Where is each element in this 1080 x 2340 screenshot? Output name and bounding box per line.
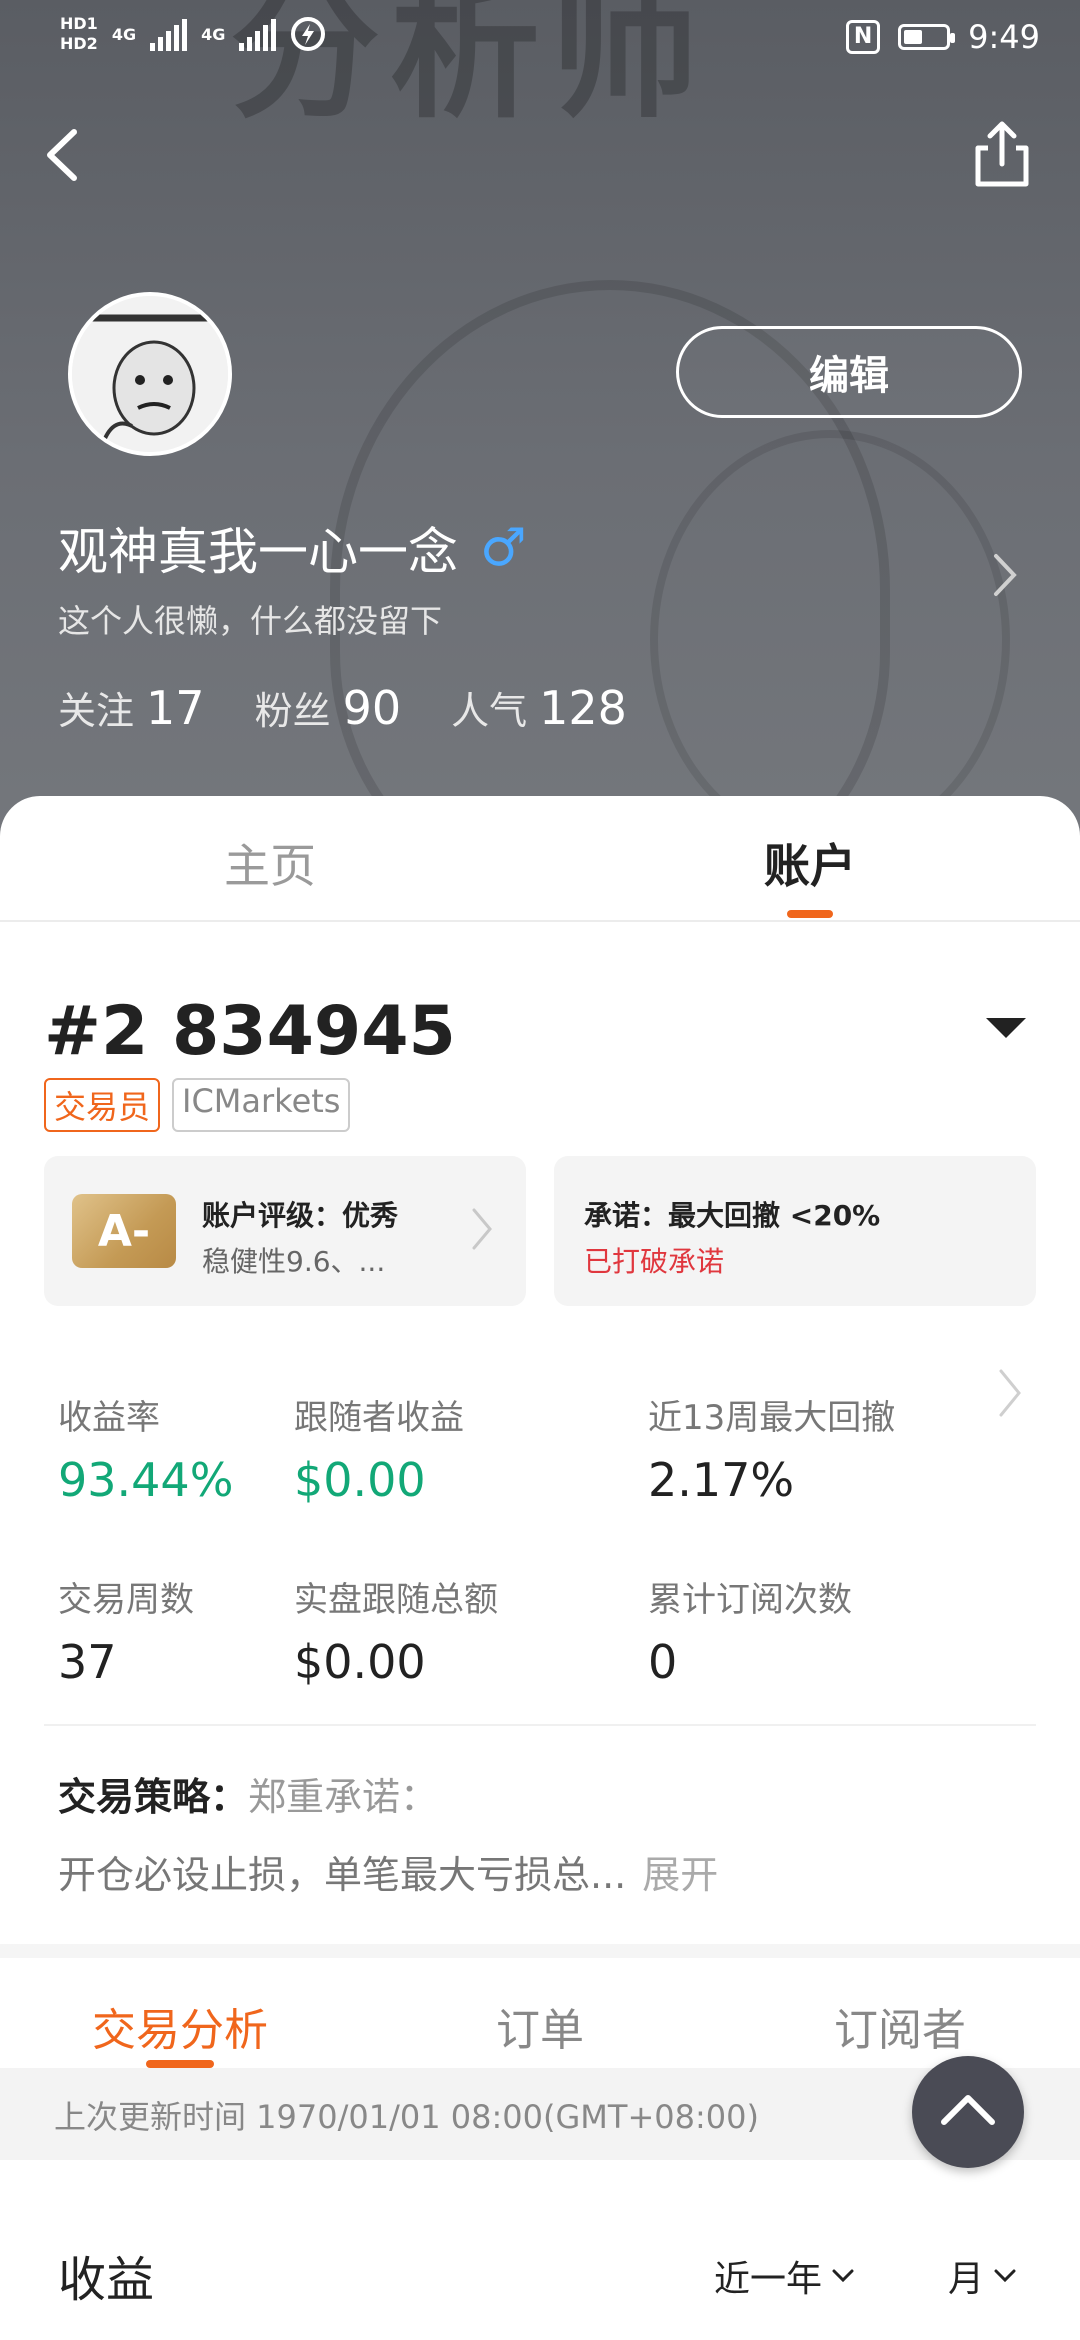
chevron-right-icon	[472, 1208, 492, 1250]
tab-trade-analysis[interactable]: 交易分析	[0, 1994, 360, 2058]
stat-value: 17	[146, 681, 205, 735]
chevron-right-icon[interactable]	[996, 1366, 1024, 1420]
metric-value: 93.44%	[58, 1453, 234, 1507]
username-row: 观神真我一心一念 ♂	[58, 512, 527, 584]
period-select[interactable]: 近一年	[714, 2250, 854, 2302]
metric-value: 37	[58, 1635, 117, 1689]
network-label: 4G	[201, 24, 226, 44]
metric-label: 交易周数	[58, 1580, 194, 1620]
username: 观神真我一心一念	[58, 523, 458, 581]
tab-indicator	[146, 2060, 214, 2068]
share-icon[interactable]	[970, 118, 1034, 190]
network-label: 4G	[111, 24, 137, 44]
strategy-text: 开仓必设止损，单笔最大亏损总...	[58, 1853, 627, 1897]
stat-popularity: 人气 128	[451, 680, 627, 735]
chevron-down-icon	[994, 2269, 1016, 2283]
clock: 9:49	[968, 18, 1040, 56]
rating-badge: A-	[72, 1194, 176, 1268]
metric-value: 2.17%	[648, 1453, 795, 1507]
metric-value: 0	[648, 1635, 678, 1689]
stat-value: 128	[539, 681, 627, 735]
status-right: N 9:49	[846, 18, 1040, 56]
tab-orders[interactable]: 订单	[360, 1994, 720, 2058]
analysis-tabs: 交易分析 订单 订阅者	[0, 1958, 1080, 2068]
period-value: 近一年	[714, 2259, 823, 2300]
hotspot-icon	[291, 17, 326, 51]
stat-followers[interactable]: 粉丝 90	[255, 680, 402, 735]
metric-trading-weeks: 交易周数 37	[58, 1572, 194, 1689]
rating-card[interactable]: A- 账户评级：优秀 稳健性9.6、...	[44, 1156, 526, 1306]
metric-label: 近13周最大回撤	[648, 1398, 896, 1438]
metric-follower-return: 跟随者收益 $0.00	[294, 1390, 464, 1507]
avatar-image	[72, 296, 228, 452]
content-sheet: 主页 账户 #2 834945 交易员 ICMarkets A- 账户评级：优秀…	[0, 796, 1080, 2340]
metric-value: $0.00	[294, 1635, 426, 1689]
unit-value: 月	[948, 2259, 985, 2300]
battery-icon	[898, 24, 956, 50]
bio: 这个人很懒，什么都没留下	[58, 602, 443, 640]
tab-home[interactable]: 主页	[0, 830, 540, 896]
chevron-right-icon[interactable]	[990, 550, 1020, 600]
metric-subscriptions: 累计订阅次数 0	[648, 1572, 852, 1689]
broker-tag: ICMarkets	[172, 1078, 351, 1132]
strategy-body: 开仓必设止损，单笔最大亏损总... 展开	[58, 1844, 718, 1899]
metric-label: 收益率	[58, 1398, 160, 1438]
metric-label: 跟随者收益	[294, 1398, 464, 1438]
hd-label-1: HD1	[60, 14, 98, 33]
profile-cover: 分析师 HD1 HD2 4G 4G N 9:49 编辑 观神真我一心一念 ♂ 这…	[0, 0, 1080, 840]
chevron-down-icon	[832, 2269, 854, 2283]
earnings-title: 收益	[58, 2252, 155, 2308]
male-icon: ♂	[480, 518, 527, 578]
divider	[44, 1724, 1036, 1726]
promise-card[interactable]: 承诺：最大回撤 <20% 已打破承诺	[554, 1156, 1036, 1306]
metric-max-drawdown[interactable]: 近13周最大回撤 2.17%	[648, 1390, 895, 1507]
metric-label: 实盘跟随总额	[294, 1580, 498, 1620]
strategy-label: 交易策略：	[58, 1775, 249, 1819]
scroll-to-top-button[interactable]	[912, 2056, 1024, 2168]
back-arrow-icon[interactable]	[34, 120, 94, 190]
profile-stats: 关注 17 粉丝 90 人气 128	[58, 680, 627, 735]
tab-subscribers[interactable]: 订阅者	[720, 1994, 1080, 2058]
strategy-header: 交易策略：郑重承诺：	[58, 1766, 438, 1821]
unit-select[interactable]: 月	[948, 2250, 1016, 2302]
tab-indicator	[787, 910, 833, 918]
metric-return-rate: 收益率 93.44%	[58, 1390, 233, 1507]
strategy-head: 郑重承诺：	[248, 1775, 439, 1819]
expand-link[interactable]: 展开	[642, 1853, 718, 1897]
tab-account[interactable]: 账户	[540, 830, 1080, 896]
edit-profile-button[interactable]: 编辑	[676, 326, 1022, 418]
section-gap	[0, 1944, 1080, 1958]
battery-fill	[904, 30, 923, 44]
main-tabs: 主页 账户	[0, 796, 1080, 922]
status-bar: HD1 HD2 4G 4G N 9:49	[0, 0, 1080, 80]
stat-value: 90	[342, 681, 402, 735]
nfc-icon: N	[846, 20, 881, 54]
account-tags: 交易员 ICMarkets	[44, 1078, 351, 1132]
dropdown-triangle-icon[interactable]	[986, 1018, 1026, 1038]
role-tag: 交易员	[44, 1078, 161, 1132]
metric-value: $0.00	[294, 1453, 426, 1507]
rating-subtitle: 稳健性9.6、...	[202, 1245, 386, 1278]
cover-art-shape	[650, 430, 1010, 840]
account-id: #2 834945	[44, 992, 456, 1071]
chevron-up-icon	[941, 2095, 995, 2125]
stat-following[interactable]: 关注 17	[58, 680, 205, 735]
last-update-text: 上次更新时间 1970/01/01 08:00(GMT+08:00)	[54, 2098, 759, 2136]
rating-title: 账户评级：优秀	[202, 1199, 399, 1232]
signal-icon	[150, 17, 188, 51]
metric-label: 累计订阅次数	[648, 1580, 852, 1620]
stat-label: 关注	[58, 689, 135, 733]
hd-label-2: HD2	[60, 34, 98, 53]
signal-icon	[239, 17, 277, 51]
promise-status: 已打破承诺	[584, 1245, 725, 1278]
metric-follow-total: 实盘跟随总额 $0.00	[294, 1572, 498, 1689]
promise-title: 承诺：最大回撤 <20%	[584, 1199, 881, 1232]
stat-label: 粉丝	[254, 689, 331, 733]
avatar[interactable]	[68, 292, 232, 456]
stat-label: 人气	[451, 689, 528, 733]
hd-indicator: HD1 HD2	[60, 14, 98, 54]
status-left: HD1 HD2 4G 4G	[60, 14, 326, 54]
